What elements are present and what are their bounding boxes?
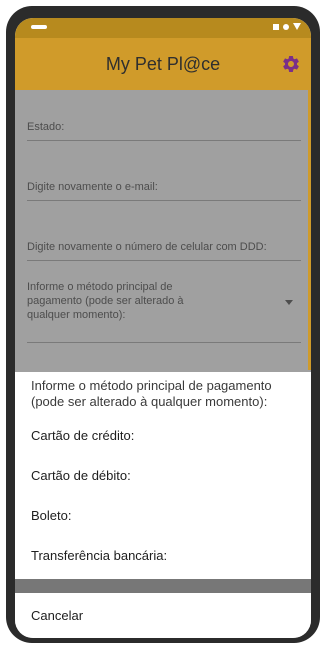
scroll-accent: [308, 90, 311, 370]
dialog-divider: [15, 579, 311, 593]
status-pill-icon: [31, 25, 47, 29]
app-bar: My Pet Pl@ce: [15, 38, 311, 90]
app-title: My Pet Pl@ce: [105, 54, 221, 74]
gear-icon[interactable]: [281, 54, 301, 74]
status-icons: [273, 23, 301, 30]
screen: My Pet Pl@ce Estado: Digite novamente o …: [15, 18, 311, 638]
option-boleto[interactable]: Boleto:: [31, 498, 299, 534]
option-credit-card[interactable]: Cartão de crédito:: [31, 418, 299, 454]
status-bar: [15, 18, 311, 38]
payment-options-dialog: Informe o método principal de pagamento …: [15, 372, 311, 638]
phone-frame: My Pet Pl@ce Estado: Digite novamente o …: [6, 6, 320, 643]
option-bank-transfer[interactable]: Transferência bancária:: [31, 538, 299, 574]
dialog-title: Informe o método principal de pagamento …: [31, 378, 272, 409]
cancel-button[interactable]: Cancelar: [31, 598, 299, 634]
wifi-icon: [293, 23, 301, 30]
dot-icon: [283, 23, 289, 30]
option-debit-card[interactable]: Cartão de débito:: [31, 458, 299, 494]
signal-icon: [273, 23, 279, 30]
